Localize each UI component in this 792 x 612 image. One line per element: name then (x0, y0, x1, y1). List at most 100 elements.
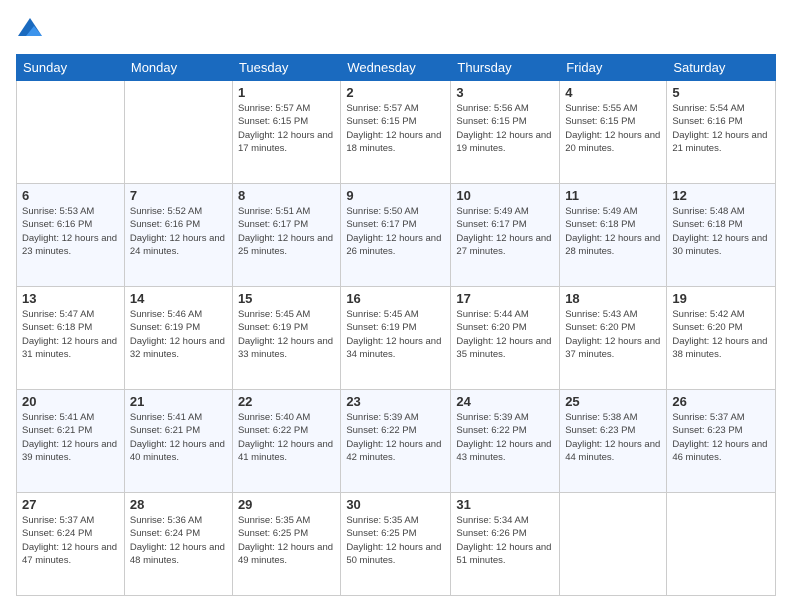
day-number: 22 (238, 394, 335, 409)
day-number: 28 (130, 497, 227, 512)
day-info: Sunrise: 5:39 AM Sunset: 6:22 PM Dayligh… (456, 411, 554, 464)
calendar-cell: 5Sunrise: 5:54 AM Sunset: 6:16 PM Daylig… (667, 81, 776, 184)
calendar-cell: 12 Sunrise: 5:48 AM Sunset: 6:18 PM Dayli… (667, 184, 776, 287)
page: SundayMondayTuesdayWednesdayThursdayFrid… (0, 0, 792, 612)
calendar-body: 1 Sunrise: 5:57 AM Sunset: 6:15 PM Daylig… (17, 81, 776, 596)
calendar-cell: 18 Sunrise: 5:43 AM Sunset: 6:20 PM Dayli… (560, 287, 667, 390)
day-info: Sunrise: 5:48 AM Sunset: 6:18 PM Dayligh… (672, 205, 770, 258)
day-info: Sunrise: 5:45 AM Sunset: 6:19 PM Dayligh… (238, 308, 335, 361)
calendar-week: 1 Sunrise: 5:57 AM Sunset: 6:15 PM Daylig… (17, 81, 776, 184)
day-info: Sunrise: 5:50 AM Sunset: 6:17 PM Dayligh… (346, 205, 445, 258)
calendar-cell (560, 493, 667, 596)
day-info: Sunrise: 5:38 AM Sunset: 6:23 PM Dayligh… (565, 411, 661, 464)
day-info: Sunrise: 5:41 AM Sunset: 6:21 PM Dayligh… (130, 411, 227, 464)
day-number: 23 (346, 394, 445, 409)
day-info: Sunrise: 5:43 AM Sunset: 6:20 PM Dayligh… (565, 308, 661, 361)
dow-header: Tuesday (232, 55, 340, 81)
day-info: Sunrise: 5:54 AM Sunset: 6:16 PM Dayligh… (672, 102, 770, 155)
day-info: Sunrise: 5:57 AM Sunset: 6:15 PM Dayligh… (238, 102, 335, 155)
day-number: 11 (565, 188, 661, 203)
day-number: 4 (565, 85, 661, 100)
calendar-cell: 4Sunrise: 5:55 AM Sunset: 6:15 PM Daylig… (560, 81, 667, 184)
calendar-cell: 29 Sunrise: 5:35 AM Sunset: 6:25 PM Dayli… (232, 493, 340, 596)
calendar-cell: 27 Sunrise: 5:37 AM Sunset: 6:24 PM Dayli… (17, 493, 125, 596)
logo (16, 16, 46, 44)
day-number: 17 (456, 291, 554, 306)
day-info: Sunrise: 5:44 AM Sunset: 6:20 PM Dayligh… (456, 308, 554, 361)
day-info: Sunrise: 5:34 AM Sunset: 6:26 PM Dayligh… (456, 514, 554, 567)
day-number: 21 (130, 394, 227, 409)
day-info: Sunrise: 5:39 AM Sunset: 6:22 PM Dayligh… (346, 411, 445, 464)
day-number: 1 (238, 85, 335, 100)
day-number: 27 (22, 497, 119, 512)
day-number: 16 (346, 291, 445, 306)
day-info: Sunrise: 5:42 AM Sunset: 6:20 PM Dayligh… (672, 308, 770, 361)
day-number: 25 (565, 394, 661, 409)
day-number: 20 (22, 394, 119, 409)
calendar-cell: 31 Sunrise: 5:34 AM Sunset: 6:26 PM Dayli… (451, 493, 560, 596)
day-info: Sunrise: 5:37 AM Sunset: 6:24 PM Dayligh… (22, 514, 119, 567)
calendar-cell: 6Sunrise: 5:53 AM Sunset: 6:16 PM Daylig… (17, 184, 125, 287)
day-info: Sunrise: 5:49 AM Sunset: 6:18 PM Dayligh… (565, 205, 661, 258)
calendar: SundayMondayTuesdayWednesdayThursdayFrid… (16, 54, 776, 596)
day-info: Sunrise: 5:36 AM Sunset: 6:24 PM Dayligh… (130, 514, 227, 567)
dow-header: Sunday (17, 55, 125, 81)
calendar-week: 6Sunrise: 5:53 AM Sunset: 6:16 PM Daylig… (17, 184, 776, 287)
day-number: 2 (346, 85, 445, 100)
calendar-cell: 7 Sunrise: 5:52 AM Sunset: 6:16 PM Daylig… (124, 184, 232, 287)
day-number: 29 (238, 497, 335, 512)
day-info: Sunrise: 5:51 AM Sunset: 6:17 PM Dayligh… (238, 205, 335, 258)
calendar-cell: 26Sunrise: 5:37 AM Sunset: 6:23 PM Dayli… (667, 390, 776, 493)
calendar-cell (124, 81, 232, 184)
dow-header: Wednesday (341, 55, 451, 81)
day-info: Sunrise: 5:53 AM Sunset: 6:16 PM Dayligh… (22, 205, 119, 258)
calendar-cell: 3 Sunrise: 5:56 AM Sunset: 6:15 PM Daylig… (451, 81, 560, 184)
calendar-cell: 8Sunrise: 5:51 AM Sunset: 6:17 PM Daylig… (232, 184, 340, 287)
calendar-cell: 13 Sunrise: 5:47 AM Sunset: 6:18 PM Dayli… (17, 287, 125, 390)
calendar-cell: 2 Sunrise: 5:57 AM Sunset: 6:15 PM Daylig… (341, 81, 451, 184)
day-info: Sunrise: 5:35 AM Sunset: 6:25 PM Dayligh… (238, 514, 335, 567)
day-info: Sunrise: 5:56 AM Sunset: 6:15 PM Dayligh… (456, 102, 554, 155)
day-number: 24 (456, 394, 554, 409)
day-info: Sunrise: 5:47 AM Sunset: 6:18 PM Dayligh… (22, 308, 119, 361)
day-number: 10 (456, 188, 554, 203)
day-info: Sunrise: 5:49 AM Sunset: 6:17 PM Dayligh… (456, 205, 554, 258)
day-number: 30 (346, 497, 445, 512)
calendar-week: 27 Sunrise: 5:37 AM Sunset: 6:24 PM Dayli… (17, 493, 776, 596)
day-info: Sunrise: 5:46 AM Sunset: 6:19 PM Dayligh… (130, 308, 227, 361)
logo-icon (16, 16, 44, 44)
day-number: 12 (672, 188, 770, 203)
day-number: 31 (456, 497, 554, 512)
calendar-cell: 25 Sunrise: 5:38 AM Sunset: 6:23 PM Dayli… (560, 390, 667, 493)
calendar-cell (17, 81, 125, 184)
calendar-cell: 23 Sunrise: 5:39 AM Sunset: 6:22 PM Dayli… (341, 390, 451, 493)
dow-header: Friday (560, 55, 667, 81)
day-info: Sunrise: 5:41 AM Sunset: 6:21 PM Dayligh… (22, 411, 119, 464)
day-number: 15 (238, 291, 335, 306)
calendar-cell: 28 Sunrise: 5:36 AM Sunset: 6:24 PM Dayli… (124, 493, 232, 596)
day-number: 19 (672, 291, 770, 306)
day-number: 14 (130, 291, 227, 306)
day-info: Sunrise: 5:40 AM Sunset: 6:22 PM Dayligh… (238, 411, 335, 464)
calendar-cell: 16Sunrise: 5:45 AM Sunset: 6:19 PM Dayli… (341, 287, 451, 390)
calendar-week: 13 Sunrise: 5:47 AM Sunset: 6:18 PM Dayli… (17, 287, 776, 390)
day-of-week-row: SundayMondayTuesdayWednesdayThursdayFrid… (17, 55, 776, 81)
calendar-cell: 17 Sunrise: 5:44 AM Sunset: 6:20 PM Dayli… (451, 287, 560, 390)
day-info: Sunrise: 5:57 AM Sunset: 6:15 PM Dayligh… (346, 102, 445, 155)
day-number: 13 (22, 291, 119, 306)
calendar-cell: 1 Sunrise: 5:57 AM Sunset: 6:15 PM Daylig… (232, 81, 340, 184)
calendar-cell: 14 Sunrise: 5:46 AM Sunset: 6:19 PM Dayli… (124, 287, 232, 390)
day-number: 3 (456, 85, 554, 100)
day-info: Sunrise: 5:35 AM Sunset: 6:25 PM Dayligh… (346, 514, 445, 567)
calendar-cell: 11 Sunrise: 5:49 AM Sunset: 6:18 PM Dayli… (560, 184, 667, 287)
calendar-cell: 9 Sunrise: 5:50 AM Sunset: 6:17 PM Daylig… (341, 184, 451, 287)
day-info: Sunrise: 5:37 AM Sunset: 6:23 PM Dayligh… (672, 411, 770, 464)
day-number: 18 (565, 291, 661, 306)
day-number: 9 (346, 188, 445, 203)
calendar-week: 20 Sunrise: 5:41 AM Sunset: 6:21 PM Dayli… (17, 390, 776, 493)
day-number: 7 (130, 188, 227, 203)
day-info: Sunrise: 5:52 AM Sunset: 6:16 PM Dayligh… (130, 205, 227, 258)
calendar-cell: 19 Sunrise: 5:42 AM Sunset: 6:20 PM Dayli… (667, 287, 776, 390)
calendar-cell: 15 Sunrise: 5:45 AM Sunset: 6:19 PM Dayli… (232, 287, 340, 390)
calendar-cell: 20 Sunrise: 5:41 AM Sunset: 6:21 PM Dayli… (17, 390, 125, 493)
